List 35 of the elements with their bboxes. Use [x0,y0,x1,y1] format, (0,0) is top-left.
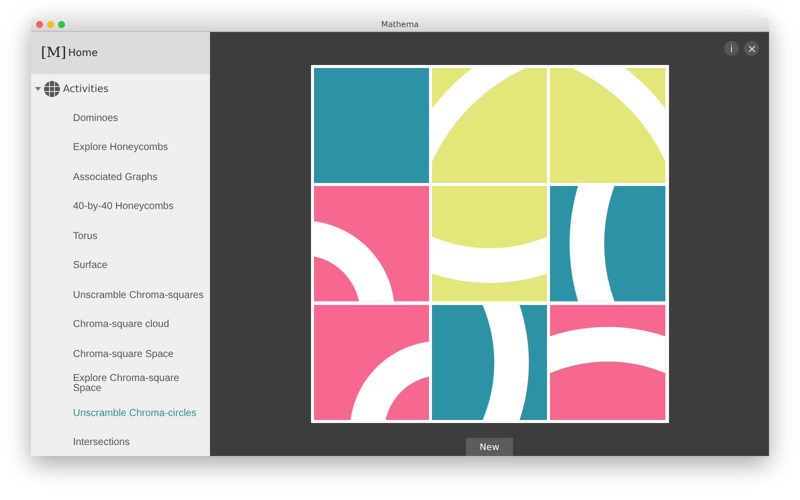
close-window-icon[interactable] [36,20,43,28]
arc-tile[interactable] [432,304,548,420]
arc-tile[interactable] [550,186,666,302]
activity-item[interactable]: 40-by-40 Honeycombs [31,192,210,222]
arc-tile[interactable] [550,304,666,420]
home-item[interactable]: [M]Home [31,32,210,74]
activity-item[interactable]: Surface [31,252,210,281]
arc-tile[interactable] [432,68,548,184]
close-button[interactable] [744,41,759,56]
activity-item[interactable]: Dominoes [31,104,210,134]
section-label: Activities [63,84,109,94]
activity-item[interactable]: Unscramble Chroma-circles [31,399,210,428]
activity-item[interactable]: Unscramble Chroma-squares [31,281,210,310]
arc-tile[interactable] [314,186,429,302]
arc-tile[interactable] [550,68,666,184]
home-label: Home [68,48,98,58]
activity-item[interactable]: Explore Honeycombs [31,134,210,163]
activity-item[interactable]: Chroma-square Space [31,340,210,370]
arc-tile[interactable] [314,304,429,420]
activity-item[interactable]: Associated Graphs [31,163,210,192]
close-icon [748,46,754,52]
logo: [M] [41,45,66,61]
arc-tile[interactable] [432,186,548,302]
globe-icon [44,81,60,97]
plain-tile[interactable] [314,68,429,184]
info-button[interactable] [724,41,739,56]
activity-item[interactable]: Explore Chroma-square Space [31,370,210,399]
disclosure-triangle-icon[interactable] [35,86,41,92]
zoom-window-icon[interactable] [58,20,65,28]
activity-item[interactable]: Chroma-square cloud [31,310,210,340]
info-icon [730,45,733,52]
activity-item[interactable]: Torus [31,222,210,252]
activity-item[interactable]: Intersections [31,428,210,456]
window-title: Mathema [380,20,420,28]
new-button[interactable]: New [466,438,513,456]
